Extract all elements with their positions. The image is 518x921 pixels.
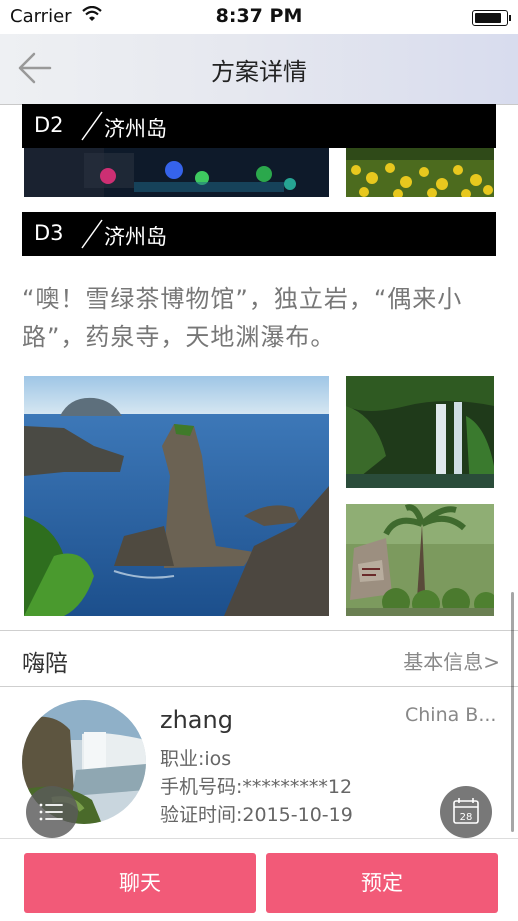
calendar-day: 28 <box>460 812 473 823</box>
day-description: “噢！雪绿茶博物馆”，独立岩，“偶来小路”，药泉寺，天地渊瀑布。 <box>22 285 463 351</box>
chat-button[interactable]: 聊天 <box>24 853 256 913</box>
photo-waterfall[interactable] <box>346 376 494 488</box>
photo-museum-garden[interactable] <box>346 504 494 616</box>
day-header-d3: D3 济州岛 <box>22 212 496 256</box>
photo-sea-rock[interactable] <box>24 376 329 616</box>
navigation-bar: 方案详情 <box>0 34 518 105</box>
section-divider <box>0 630 518 631</box>
calendar-button[interactable]: 28 <box>440 786 492 838</box>
clock: 8:37 PM <box>215 5 303 27</box>
photo-flower-field[interactable] <box>346 148 494 197</box>
page-title: 方案详情 <box>211 58 307 86</box>
menu-list-icon <box>39 803 63 821</box>
guide-section-title: 嗨陪 <box>22 651 68 677</box>
section-divider <box>0 686 518 687</box>
battery-icon <box>472 10 511 26</box>
guide-phone: 手机号码:*********12 <box>160 776 353 798</box>
day-code: D2 <box>34 113 64 137</box>
photo-light-show[interactable] <box>24 148 329 197</box>
calendar-icon: 28 <box>453 798 479 824</box>
guide-verified-date: 验证时间:2015-10-19 <box>160 804 353 826</box>
guide-job: 职业:ios <box>160 748 232 770</box>
menu-list-button[interactable] <box>26 786 78 838</box>
guide-name: zhang <box>160 706 233 734</box>
day-place: 济州岛 <box>104 225 167 249</box>
guide-location: China B... <box>405 704 497 726</box>
book-button[interactable]: 预定 <box>266 853 498 913</box>
day-header-d2: D2 济州岛 <box>22 104 496 148</box>
day-place: 济州岛 <box>104 117 167 141</box>
bottom-action-bar: 聊天 预定 <box>0 838 518 921</box>
day-code: D3 <box>34 221 64 245</box>
status-bar: Carrier 8:37 PM <box>0 0 518 34</box>
basic-info-link[interactable]: 基本信息> <box>403 646 500 675</box>
scrollbar[interactable] <box>511 592 514 832</box>
